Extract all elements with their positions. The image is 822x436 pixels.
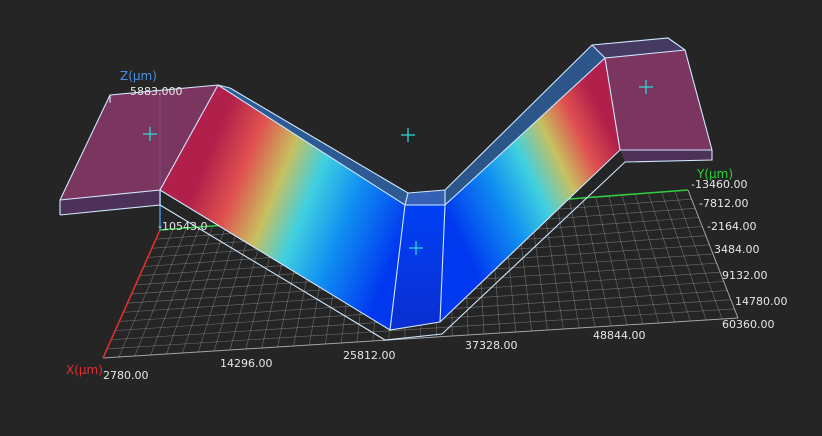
x-tick-label: 37328.00 — [465, 339, 518, 352]
x-tick-label: 25812.00 — [343, 349, 396, 362]
right-slope-face — [440, 58, 620, 322]
x-tick-label: 60360.00 — [722, 318, 775, 331]
y-tick-label: -7812.00 — [699, 197, 748, 210]
y-tick-label: -13460.00 — [691, 178, 747, 191]
y-tick-label: 9132.00 — [722, 269, 768, 282]
x-axis-title: X(μm) — [66, 363, 103, 377]
z-max-label: 5883.000 — [130, 85, 183, 98]
point-cloud-3d-view[interactable]: Z(μm) Y(μm) X(μm) 5883.000 -10543.0 2780… — [0, 0, 822, 432]
plus-marker-top[interactable] — [401, 128, 415, 142]
z-axis-title: Z(μm) — [120, 69, 157, 83]
x-axis-line — [102, 229, 161, 359]
x-tick-label: 14296.00 — [220, 357, 273, 370]
z-min-label: -10543.0 — [158, 220, 207, 233]
right-plate-top — [605, 50, 712, 150]
3d-viewport[interactable]: Z(μm) Y(μm) X(μm) 5883.000 -10543.0 2780… — [0, 0, 822, 432]
y-tick-label: -2164.00 — [707, 220, 756, 233]
surface-mesh[interactable] — [60, 38, 712, 330]
x-tick-label: 2780.00 — [103, 369, 149, 382]
x-tick-label: 48844.00 — [593, 329, 646, 342]
y-tick-label: 14780.00 — [735, 295, 788, 308]
y-tick-label: 3484.00 — [714, 243, 760, 256]
